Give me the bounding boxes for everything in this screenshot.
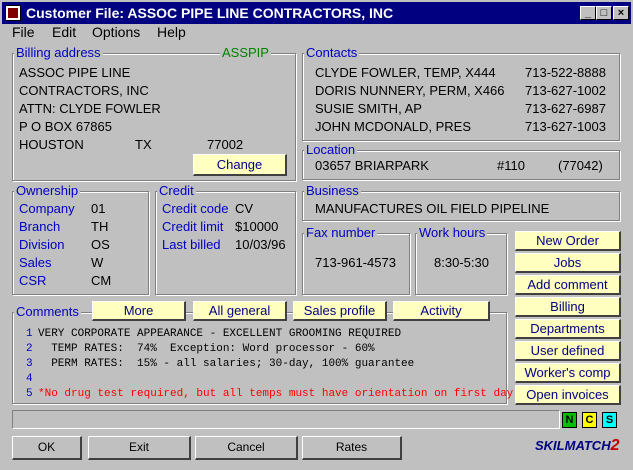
comment-line-number: 4 [26,373,33,385]
location-zip: (77042) [558,158,603,173]
location-label: Location [304,142,358,157]
add-comment-button[interactable]: Add comment [515,275,621,295]
user-defined-button[interactable]: User defined [515,341,621,361]
close-button[interactable]: × [613,6,629,20]
menu-edit[interactable]: Edit [52,24,76,40]
brand-name: SKILMATCH [535,438,611,453]
ownership-key: Division [19,237,65,252]
comment-line-number: 3 [26,358,33,370]
maximize-button[interactable]: □ [596,6,612,20]
jobs-button[interactable]: Jobs [515,253,621,273]
billing-line: ATTN: CLYDE FOWLER [19,101,161,116]
work-hours-label: Work hours [417,225,488,240]
ownership-value: OS [91,237,110,252]
brand-suffix: 2 [610,437,620,454]
comment-line-number: 5 [26,388,33,400]
all-general-button[interactable]: All general [193,301,287,321]
new-order-button[interactable]: New Order [515,231,621,251]
billing-address-label: Billing address [14,45,103,60]
contact-name[interactable]: SUSIE SMITH, AP [315,101,422,117]
credit-key: Credit code [162,201,229,216]
ownership-key: Company [19,201,75,216]
credit-value: $10000 [235,219,279,234]
billing-button[interactable]: Billing [515,297,621,317]
workers-comp-button[interactable]: Worker's comp [515,363,621,383]
contact-name[interactable]: JOHN MCDONALD, PRES [315,119,471,135]
menu-help[interactable]: Help [157,24,186,40]
open-invoices-button[interactable]: Open invoices [515,385,621,405]
location-street: 03657 BRIARPARK [315,158,429,173]
ownership-key: Branch [19,219,61,234]
cancel-button[interactable]: Cancel [195,436,298,460]
departments-button[interactable]: Departments [515,319,621,339]
billing-line: P O BOX 67865 [19,119,112,134]
app-icon[interactable] [5,5,21,21]
sales-profile-button[interactable]: Sales profile [293,301,387,321]
billing-zip: 77002 [207,137,244,152]
contact-phone: 713-627-1003 [525,119,606,134]
credit-value: 10/03/96 [235,237,286,252]
location-suite: #110 [497,158,525,173]
exit-button[interactable]: Exit [88,436,191,460]
billing-city: HOUSTON [19,137,84,152]
status-bar [12,410,560,429]
comment-line[interactable]: VERY CORPORATE APPEARANCE - EXCELLENT GR… [38,327,401,342]
fax-number: 713-961-4573 [315,255,396,270]
business-description: MANUFACTURES OIL FIELD PIPELINE [315,201,550,216]
title-bar: Customer File: ASSOC PIPE LINE CONTRACTO… [2,2,631,24]
more-button[interactable]: More [92,301,186,321]
comment-line-number: 1 [26,328,33,340]
billing-state: TX [135,137,152,152]
ownership-value: W [91,255,104,270]
ownership-value: 01 [91,201,106,216]
work-hours-value: 8:30-5:30 [434,255,489,270]
window-title: Customer File: ASSOC PIPE LINE CONTRACTO… [26,5,394,21]
customer-code: ASSPIP [220,45,271,60]
menu-bar: File Edit Options Help [2,24,631,42]
comment-line-number: 2 [26,343,33,355]
skilmatch-logo: SKILMATCH2 [535,437,620,455]
menu-file[interactable]: File [12,24,35,40]
indicator-n[interactable]: N [562,412,577,428]
comment-line[interactable]: TEMP RATES: 74% Exception: Word processo… [38,342,374,357]
ownership-key: CSR [19,273,47,288]
credit-key: Last billed [162,237,221,252]
billing-line: ASSOC PIPE LINE [19,65,131,80]
indicator-c[interactable]: C [582,412,597,428]
credit-label: Credit [157,183,196,198]
menu-options[interactable]: Options [92,24,140,40]
contact-phone: 713-522-8888 [525,65,606,80]
billing-line: CONTRACTORS, INC [19,83,149,98]
ok-button[interactable]: OK [12,436,82,460]
contact-name[interactable]: CLYDE FOWLER, TEMP, X444 [315,65,496,81]
ownership-label: Ownership [14,183,81,198]
activity-button[interactable]: Activity [393,301,490,321]
change-button[interactable]: Change [193,154,287,176]
ownership-key: Sales [19,255,52,270]
contact-name[interactable]: DORIS NUNNERY, PERM, X466 [315,83,505,99]
minimize-button[interactable]: _ [580,6,596,20]
comment-alert-line[interactable]: *No drug test required, but all temps mu… [38,387,513,402]
contact-phone: 713-627-6987 [525,101,606,116]
fax-label: Fax number [304,225,378,240]
comment-line[interactable]: PERM RATES: 15% - all salaries; 30-day, … [38,357,414,372]
indicator-s[interactable]: S [602,412,617,428]
contacts-label: Contacts [304,45,360,60]
ownership-value: TH [91,219,109,234]
business-label: Business [304,183,361,198]
ownership-value: CM [91,273,112,288]
credit-value: CV [235,201,254,216]
contact-phone: 713-627-1002 [525,83,606,98]
credit-key: Credit limit [162,219,224,234]
comments-label: Comments [14,304,81,319]
rates-button[interactable]: Rates [302,436,402,460]
